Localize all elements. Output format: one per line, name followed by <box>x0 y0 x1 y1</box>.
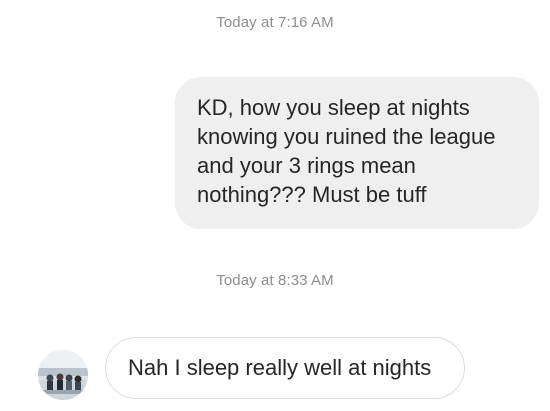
sent-message-line: KD, how you sleep at nights <box>197 95 470 120</box>
timestamp-1: Today at 7:16 AM <box>216 14 334 31</box>
sent-message-line: and your 3 rings mean <box>197 153 416 178</box>
sender-avatar[interactable] <box>38 350 88 400</box>
timestamp-2: Today at 8:33 AM <box>216 272 334 289</box>
user-avatar-icon <box>38 350 88 400</box>
sent-message-bubble[interactable]: KD, how you sleep at nights knowing you … <box>175 77 539 229</box>
received-message-bubble[interactable]: Nah I sleep really well at nights <box>105 337 465 399</box>
sent-message-line: nothing??? Must be tuff <box>197 182 427 207</box>
sent-message-line: knowing you ruined the league <box>197 124 496 149</box>
